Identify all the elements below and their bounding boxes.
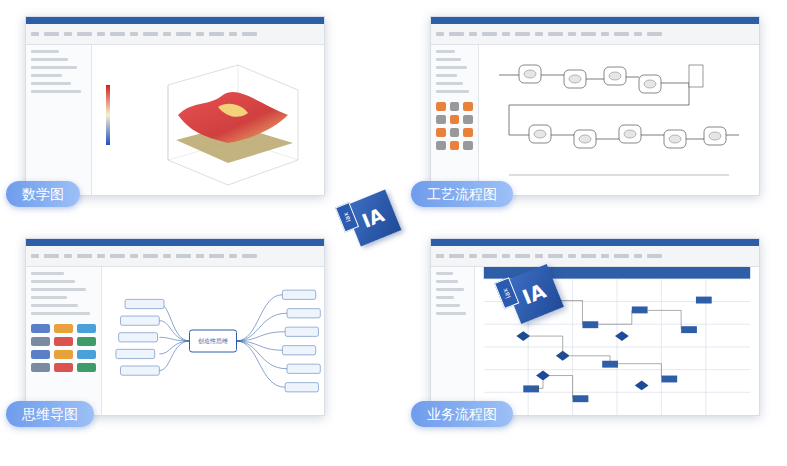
category-label[interactable]: 工艺流程图	[411, 181, 513, 207]
category-label[interactable]: 业务流程图	[411, 401, 513, 427]
ribbon	[26, 24, 324, 45]
title-bar	[431, 17, 759, 24]
shape-library	[31, 324, 96, 372]
category-label[interactable]: 数学图	[6, 181, 80, 207]
workspace	[431, 267, 759, 415]
canvas	[479, 45, 759, 195]
side-panel	[431, 45, 479, 195]
canvas: 创造性思维	[102, 267, 324, 415]
process-diagram	[479, 45, 759, 195]
logo-tab-text: iax	[501, 287, 512, 300]
category-label[interactable]: 思维导图	[6, 401, 94, 427]
workspace	[431, 45, 759, 195]
title-bar	[26, 239, 324, 246]
workspace: 创造性思维	[26, 267, 324, 415]
gallery: 数学图工艺流程图创造性思维思维导图业务流程图IAiaxIAiax	[0, 0, 787, 466]
shape-library	[436, 102, 473, 150]
canvas	[92, 45, 324, 195]
screenshot-card: 业务流程图IAiax	[430, 238, 760, 416]
title-bar	[431, 239, 759, 246]
surface-plot	[92, 45, 324, 195]
screenshot-card: 工艺流程图	[430, 16, 760, 196]
screenshot-card: 创造性思维思维导图	[25, 238, 325, 416]
side-panel	[431, 267, 475, 415]
ribbon	[26, 246, 324, 267]
iax-logo-icon: IAiax	[345, 190, 402, 247]
logo-tab-text: iax	[342, 211, 353, 223]
workspace	[26, 45, 324, 195]
ribbon	[431, 246, 759, 267]
screenshot-card: 数学图	[25, 16, 325, 196]
title-bar	[26, 17, 324, 24]
center-topic[interactable]: 创造性思维	[189, 330, 237, 353]
ribbon	[431, 24, 759, 45]
side-panel	[26, 45, 92, 195]
side-panel	[26, 267, 102, 415]
